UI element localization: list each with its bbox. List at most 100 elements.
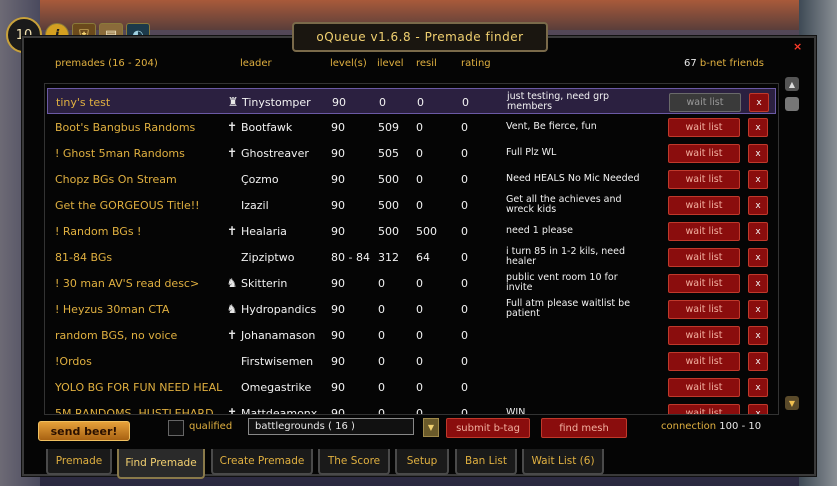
leader-name: Tinystomper [242, 95, 311, 109]
leader-name: Johanamason [241, 328, 316, 342]
leader-name: Izazil [241, 198, 269, 212]
close-icon[interactable]: × [793, 40, 802, 53]
premade-row[interactable]: 5M RANDOMS, HUSTLEHARD ✝ Mattdeamonx 90 0 0 0 W… [47, 400, 776, 415]
resilience: 0 [416, 302, 423, 316]
ban-x-button[interactable]: x [748, 222, 768, 241]
wait-list-button[interactable]: wait list [668, 144, 740, 163]
ban-x-button[interactable]: x [748, 248, 768, 267]
ban-x-button[interactable]: x [748, 144, 768, 163]
premade-row[interactable]: tiny's test ♜ Tinystomper 90 0 0 0 just testing… [47, 88, 776, 114]
wait-list-button[interactable]: wait list [668, 300, 740, 319]
window-title-bar[interactable]: oQueue v1.6.8 - Premade finder [292, 22, 548, 52]
premade-row[interactable]: ! 30 man AV'S read desc> ♞ Skitterin 90 0 0 0 p… [47, 270, 776, 296]
wait-list-button[interactable]: wait list [668, 404, 740, 414]
premades-count: (16 - 204) [108, 58, 158, 69]
scrollbar-thumb[interactable] [785, 97, 799, 111]
bnet-friends-count: 67 b-net friends [684, 58, 764, 69]
tab-create-premade[interactable]: Create Premade [211, 449, 313, 475]
ban-x-button[interactable]: x [748, 118, 768, 137]
tab-premade[interactable]: Premade [46, 449, 112, 475]
wait-list-button[interactable]: wait list [668, 274, 740, 293]
item-level: 500 [378, 198, 399, 212]
column-header-levels[interactable]: level(s) [330, 58, 367, 69]
ban-x-button[interactable]: x [748, 170, 768, 189]
item-level: 0 [378, 302, 385, 316]
premade-row[interactable]: Boot's Bangbus Randoms ✝ Bootfawk 90 509 0 0 Ve… [47, 114, 776, 140]
leader-name: Ghostreaver [241, 146, 309, 160]
tab-ban-list[interactable]: Ban List [455, 449, 517, 475]
premade-row[interactable]: ! Random BGs ! ✝ Healaria 90 500 500 0 need 1 p… [47, 218, 776, 244]
premade-row[interactable]: 81-84 BGs Zipziptwo 80 - 84 312 64 0 i turn 85… [47, 244, 776, 270]
ban-x-button[interactable]: x [748, 300, 768, 319]
rating: 0 [461, 172, 468, 186]
resilience: 0 [416, 354, 423, 368]
item-level: 0 [378, 328, 385, 342]
level-range: 90 [331, 120, 345, 134]
wait-list-button[interactable]: wait list [668, 196, 740, 215]
submit-btag-button[interactable]: submit b-tag [446, 418, 530, 438]
item-level: 509 [378, 120, 399, 134]
premade-note [506, 374, 646, 400]
premade-title: YOLO BG FOR FUN NEED HEAL [55, 380, 223, 394]
premade-row[interactable]: random BGS, no voice ✝ Johanamason 90 0 0 0 wai… [47, 322, 776, 348]
premade-type-select[interactable]: battlegrounds ( 16 ) [248, 418, 414, 435]
connection-value: 100 - 10 [719, 421, 762, 432]
find-mesh-button[interactable]: find mesh [541, 418, 627, 438]
premade-row[interactable]: !Ordos Firstwisemen 90 0 0 0 wait list x [47, 348, 776, 374]
column-header-resil[interactable]: resil [416, 58, 437, 69]
column-header-premades[interactable]: premades (16 - 204) [55, 58, 158, 69]
item-level: 0 [378, 354, 385, 368]
tab-the-score[interactable]: The Score [318, 449, 390, 475]
ban-x-button[interactable]: x [748, 274, 768, 293]
friends-number: 67 [684, 58, 697, 69]
wait-list-button[interactable]: wait list [668, 352, 740, 371]
cross-icon: ✝ [226, 406, 238, 415]
leader-name: Firstwisemen [241, 354, 314, 368]
ban-x-button[interactable]: x [748, 404, 768, 414]
ban-x-button[interactable]: x [748, 196, 768, 215]
level-range: 90 [331, 224, 345, 238]
ban-x-button[interactable]: x [748, 326, 768, 345]
wait-list-button[interactable]: wait list [668, 326, 740, 345]
premade-title: random BGS, no voice [55, 328, 178, 342]
connection-label: connection [661, 421, 717, 432]
wait-list-button[interactable]: wait list [669, 93, 741, 112]
qualified-checkbox[interactable] [168, 420, 184, 436]
wait-list-button[interactable]: wait list [668, 378, 740, 397]
wait-list-button[interactable]: wait list [668, 170, 740, 189]
connection-status: connection 100 - 10 [661, 421, 761, 432]
scroll-up-button[interactable]: ▲ [785, 77, 799, 91]
leader-name: Bootfawk [241, 120, 293, 134]
premade-row[interactable]: YOLO BG FOR FUN NEED HEAL Omegastrike 90 0 0… [47, 374, 776, 400]
scroll-down-button[interactable]: ▼ [785, 396, 799, 410]
ban-x-button[interactable]: x [748, 378, 768, 397]
leader-name: Çozmo [241, 172, 279, 186]
column-header-leader[interactable]: leader [240, 58, 272, 69]
item-level: 0 [378, 276, 385, 290]
premades-label: premades [55, 58, 105, 69]
dropdown-arrow-icon[interactable]: ▼ [423, 418, 439, 437]
premade-row[interactable]: Chopz BGs On Stream Çozmo 90 500 0 0 Need HEAL… [47, 166, 776, 192]
ban-x-button[interactable]: x [748, 352, 768, 371]
premade-title: 5M RANDOMS, HUSTLEHARD [55, 406, 214, 415]
premade-row[interactable]: Get the GORGEOUS Title!! Izazil 90 500 0 0 Get… [47, 192, 776, 218]
dragon-icon: ♞ [226, 302, 238, 316]
send-beer-button[interactable]: send beer! [38, 421, 130, 441]
tab-setup[interactable]: Setup [395, 449, 449, 475]
premade-title: ! Heyzus 30man CTA [55, 302, 170, 316]
premade-row[interactable]: ! Heyzus 30man CTA ♞ Hydropandics 90 0 0 0 Full… [47, 296, 776, 322]
tab-wait-list[interactable]: Wait List (6) [522, 449, 604, 475]
resilience: 500 [416, 224, 437, 238]
resilience: 0 [416, 172, 423, 186]
wait-list-button[interactable]: wait list [668, 222, 740, 241]
wait-list-button[interactable]: wait list [668, 118, 740, 137]
item-level: 0 [378, 406, 385, 415]
wait-list-button[interactable]: wait list [668, 248, 740, 267]
level-range: 90 [331, 380, 345, 394]
premade-note: Vent, Be fierce, fun [506, 121, 597, 132]
ban-x-button[interactable]: x [749, 93, 769, 112]
column-header-ilevel[interactable]: ilevel [377, 58, 404, 69]
premade-row[interactable]: ! Ghost 5man Randoms ✝ Ghostreaver 90 505 0 0 F… [47, 140, 776, 166]
column-header-rating[interactable]: rating [461, 58, 491, 69]
tab-find-premade[interactable]: Find Premade [117, 449, 205, 479]
